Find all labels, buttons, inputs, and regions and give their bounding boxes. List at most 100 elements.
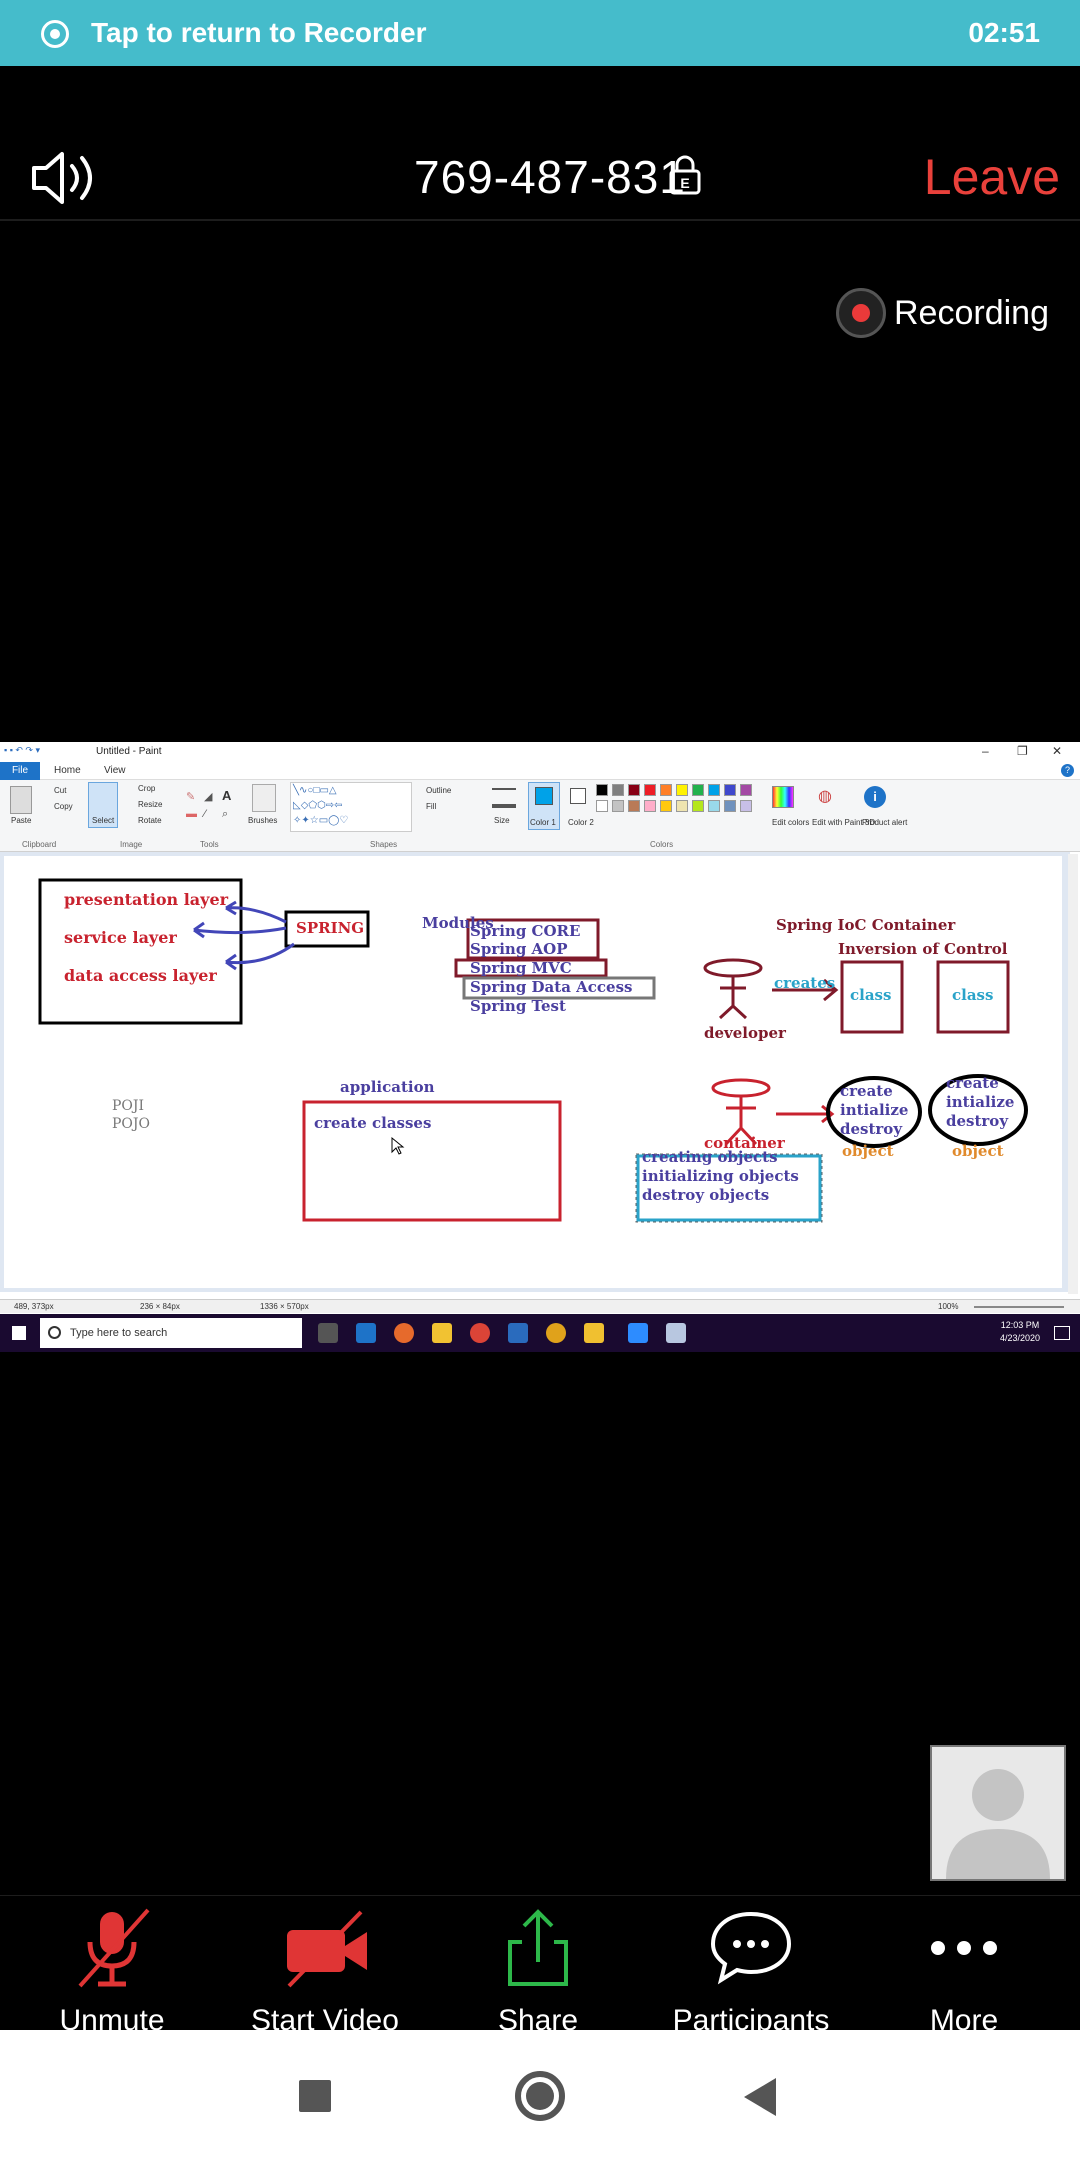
cut-label[interactable]: Cut [54,786,66,795]
palette-swatch[interactable] [596,800,608,812]
info-icon[interactable]: i [864,786,886,808]
palette-swatch[interactable] [692,784,704,796]
select-label[interactable]: Select [92,816,114,825]
clock-date: 4/23/2020 [999,1333,1040,1343]
start-video-button[interactable]: Start Video [225,1908,425,2037]
notifications-icon[interactable] [1054,1326,1070,1340]
text-icon[interactable]: A [222,788,231,803]
minimize-icon[interactable]: – [982,744,989,758]
zoom-meeting-screen: Tap to return to Recorder 02:51 769-487-… [0,0,1080,2160]
palette-swatch[interactable] [644,800,656,812]
participants-button[interactable]: Participants [651,1908,851,2037]
shared-screen[interactable]: ▪ ▪ ↶ ↷ ▾ Untitled - Paint – ❐ ✕ File Ho… [0,742,1080,1352]
tab-view[interactable]: View [104,765,126,776]
cursor-position: 489, 373px [14,1302,54,1311]
taskbar-search[interactable]: Type here to search [40,1318,302,1348]
fill-label[interactable]: Fill [426,802,436,811]
vertical-scrollbar[interactable] [1068,854,1078,1294]
clock-time: 12:03 PM [1000,1320,1040,1330]
speaker-icon[interactable] [30,150,100,206]
magnifier-icon[interactable]: ⌕ [222,808,228,821]
pencil-icon[interactable]: ✎ [186,790,195,803]
color1-swatch [535,787,553,805]
size-label[interactable]: Size [494,816,510,825]
color2-label[interactable]: Color 2 [568,818,594,827]
drawing-canvas[interactable]: presentation layer service layer data ac… [4,856,1062,1288]
mail-icon[interactable] [508,1323,528,1343]
palette-swatch[interactable] [676,784,688,796]
return-to-recorder-banner[interactable]: Tap to return to Recorder 02:51 [0,0,1080,66]
rotate-label[interactable]: Rotate [138,816,162,825]
outline-label[interactable]: Outline [426,786,451,795]
paint3d-icon[interactable]: ◍ [818,786,832,806]
help-icon[interactable]: ? [1061,764,1074,777]
palette-swatch[interactable] [628,784,640,796]
self-video-thumbnail[interactable] [930,1745,1066,1881]
create-op-3: destroy [840,1120,903,1138]
palette-swatch[interactable] [644,784,656,796]
spring-label: SPRING [296,919,365,937]
palette-swatch[interactable] [612,784,624,796]
palette-swatch[interactable] [740,784,752,796]
edit-colors-icon[interactable] [772,786,794,808]
shapes-gallery[interactable]: ╲∿○□▭△ ◺◇⬠⬡⇨⇦ ✧✦☆▭◯♡ [290,782,412,832]
palette-swatch[interactable] [676,800,688,812]
brushes-label[interactable]: Brushes [248,816,277,825]
paste-icon[interactable] [10,786,32,814]
palette-swatch[interactable] [596,784,608,796]
recents-button-icon[interactable] [299,2080,331,2112]
color-picker-icon[interactable]: ⁄ [204,808,206,820]
palette-swatch[interactable] [628,800,640,812]
tab-file[interactable]: File [0,762,40,780]
unmute-button[interactable]: Unmute [12,1908,212,2037]
product-alert-label[interactable]: Product alert [862,818,907,827]
zoom-app-icon[interactable] [628,1323,648,1343]
zoom-slider[interactable] [974,1306,1064,1308]
browser-icon[interactable] [546,1323,566,1343]
container-op-3: destroy objects [642,1186,770,1204]
share-button[interactable]: Share [438,1908,638,2037]
task-view-icon[interactable] [318,1323,338,1343]
encryption-lock-icon[interactable]: E [668,155,702,195]
leave-button[interactable]: Leave [924,148,1060,206]
palette-swatch[interactable] [692,800,704,812]
palette-swatch[interactable] [740,800,752,812]
palette-swatch[interactable] [708,784,720,796]
brushes-icon[interactable] [252,784,276,812]
paint-app-icon[interactable] [666,1323,686,1343]
meeting-id[interactable]: 769-487-831 [414,150,686,204]
palette-swatch[interactable] [612,800,624,812]
quick-access-icons[interactable]: ▪ ▪ ↶ ↷ ▾ [4,745,40,756]
home-button-icon[interactable] [515,2071,565,2121]
back-button-icon[interactable] [744,2078,776,2116]
fill-icon[interactable]: ◢ [204,790,212,803]
palette-swatch[interactable] [708,800,720,812]
size-icon[interactable] [492,788,516,808]
edge-icon[interactable] [356,1323,376,1343]
recording-indicator[interactable]: Recording [836,288,1049,338]
avatar-placeholder-icon [946,1769,1050,1879]
palette-swatch[interactable] [660,800,672,812]
palette-swatch[interactable] [660,784,672,796]
color1-label: Color 1 [530,818,556,827]
taskbar-clock[interactable]: 12:03 PM 4/23/2020 [1000,1319,1040,1345]
maximize-icon[interactable]: ❐ [1017,744,1028,758]
chrome-icon[interactable] [470,1323,490,1343]
windows-start-icon[interactable] [12,1326,26,1340]
close-icon[interactable]: ✕ [1052,744,1062,758]
edit-colors-label[interactable]: Edit colors [772,818,809,827]
firefox-icon[interactable] [394,1323,414,1343]
crop-label[interactable]: Crop [138,784,155,793]
chat-bubble-icon [710,1911,792,1985]
palette-swatch[interactable] [724,800,736,812]
palette-swatch[interactable] [724,784,736,796]
eraser-icon[interactable]: ▬ [186,808,197,820]
store-icon[interactable] [584,1323,604,1343]
paste-label[interactable]: Paste [11,816,31,825]
color2-swatch[interactable] [570,788,586,804]
resize-label[interactable]: Resize [138,800,162,809]
tab-home[interactable]: Home [54,765,81,776]
copy-label[interactable]: Copy [54,802,73,811]
more-button[interactable]: More [864,1908,1064,2037]
file-explorer-icon[interactable] [432,1323,452,1343]
